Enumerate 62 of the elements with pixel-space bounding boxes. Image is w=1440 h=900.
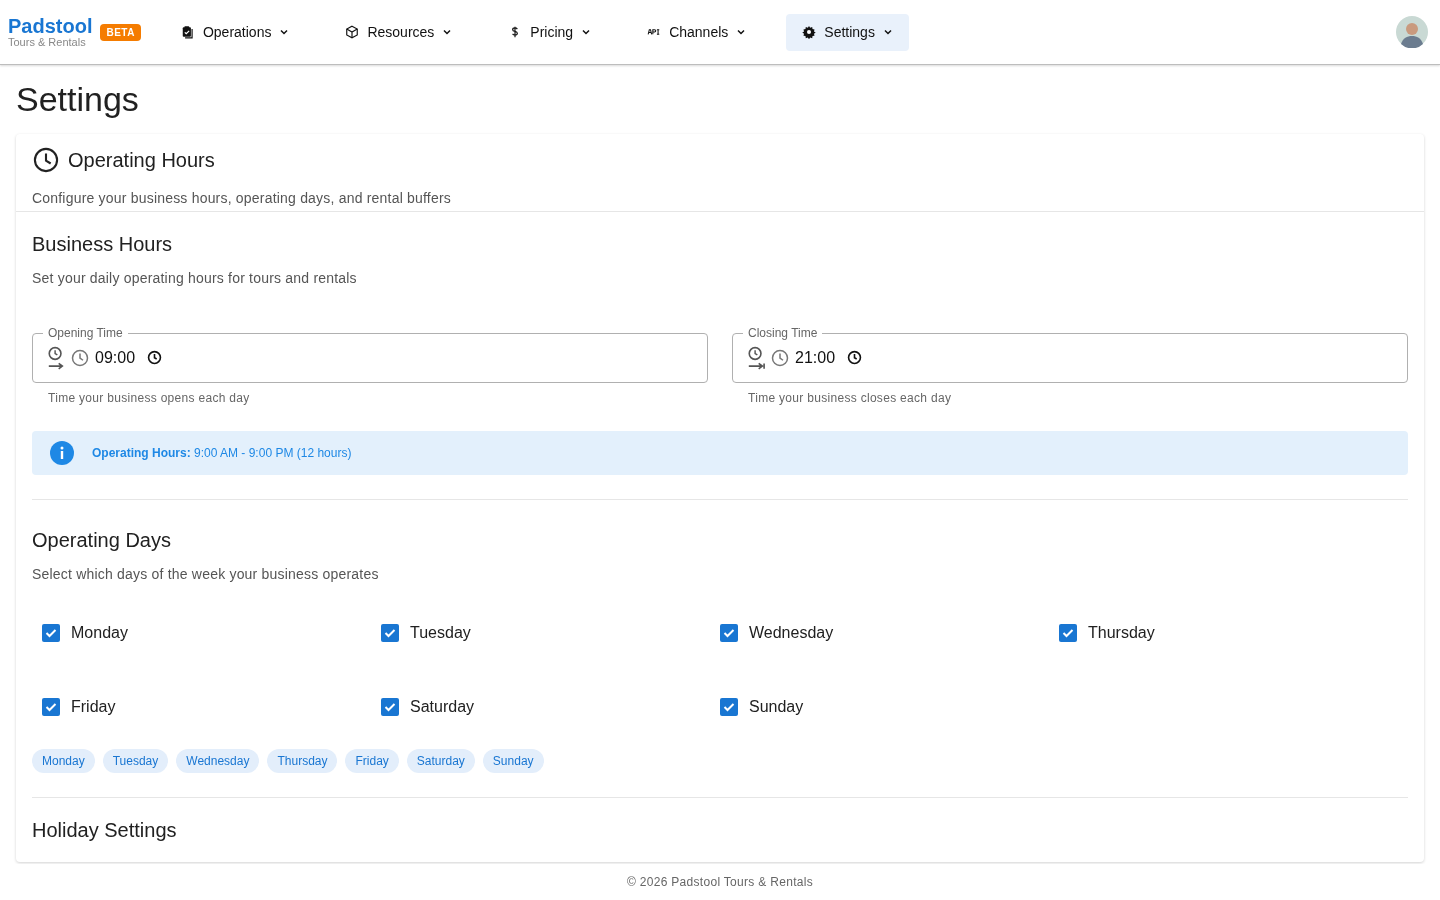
day-chip: Sunday: [482, 748, 544, 774]
avatar[interactable]: [1396, 16, 1428, 48]
checkbox-label[interactable]: Tuesday: [410, 620, 471, 645]
page-title: Settings: [16, 79, 140, 120]
field-label: Opening Time: [43, 325, 128, 341]
nav-menu-button[interactable]: Resources: [329, 13, 469, 51]
helper-text: Time your business closes each day: [748, 389, 953, 407]
clipboard-icon: [180, 25, 195, 39]
cube-icon: [345, 25, 360, 39]
checkbox[interactable]: [381, 623, 399, 642]
section-title: Operating Days: [32, 527, 172, 552]
checkbox[interactable]: [720, 697, 738, 716]
nav-menu-button[interactable]: Pricing: [492, 13, 608, 51]
section-subtitle: Select which days of the week your business operates: [32, 564, 380, 584]
day-chip: Thursday: [267, 748, 338, 774]
card-subtitle: Configure your business hours, operating days, and rental buffers: [32, 188, 452, 208]
helper-text: Time your business opens each day: [48, 389, 251, 407]
field-label: Closing Time: [743, 325, 823, 341]
section-subtitle: Set your daily operating hours for tours and rentals: [32, 268, 358, 288]
clock-icon[interactable]: [847, 350, 863, 366]
section-title: Holiday Settings: [32, 818, 178, 843]
clock-icon[interactable]: [147, 350, 163, 366]
day-chip: Wednesday: [176, 748, 260, 774]
clock-arrow-icon: [47, 345, 65, 370]
clock-icon: [771, 348, 789, 367]
info-text: Operating Hours: 9:00 AM - 9:00 PM (12 hours): [92, 444, 352, 462]
checkbox-label[interactable]: Thursday: [1088, 620, 1155, 645]
checkbox-label[interactable]: Monday: [71, 620, 128, 645]
gear-icon: [802, 25, 817, 39]
info-icon: [50, 440, 74, 465]
time-value: 21:00: [795, 347, 836, 368]
nav-menu-button[interactable]: Operations: [164, 13, 306, 51]
day-chip: Monday: [32, 748, 95, 774]
day-chip: Saturday: [406, 748, 475, 774]
checkbox[interactable]: [42, 623, 60, 642]
clock-arrow-icon: [747, 345, 765, 370]
day-chip: Friday: [345, 748, 399, 774]
checkbox-label[interactable]: Wednesday: [749, 620, 834, 645]
day-chip: Tuesday: [102, 748, 169, 774]
checkbox-label[interactable]: Sunday: [749, 694, 804, 719]
chevron-down-icon: [882, 27, 893, 37]
checkbox[interactable]: [381, 697, 399, 716]
clock-icon: [32, 145, 60, 174]
nav-menu-button[interactable]: Channels: [631, 13, 763, 51]
chevron-down-icon: [581, 27, 592, 37]
checkbox[interactable]: [42, 697, 60, 716]
chevron-down-icon: [279, 27, 290, 37]
checkbox[interactable]: [720, 623, 738, 642]
brand-name[interactable]: Padstool: [8, 15, 93, 36]
checkbox[interactable]: [1059, 623, 1077, 642]
clock-icon: [71, 348, 89, 367]
chevron-down-icon: [736, 27, 747, 37]
chevron-down-icon: [442, 27, 453, 37]
section-title: Business Hours: [32, 231, 174, 256]
nav-menu-button[interactable]: Settings: [786, 13, 909, 51]
brand-tagline: Tours & Rentals: [8, 35, 87, 49]
time-value: 09:00: [95, 347, 136, 368]
checkbox-label[interactable]: Friday: [71, 694, 116, 719]
checkbox-label[interactable]: Saturday: [410, 694, 475, 719]
card-title: Operating Hours: [68, 147, 215, 172]
footer-text: © 2026 Padstool Tours & Rentals: [627, 874, 813, 891]
beta-badge: BETA: [100, 23, 141, 41]
